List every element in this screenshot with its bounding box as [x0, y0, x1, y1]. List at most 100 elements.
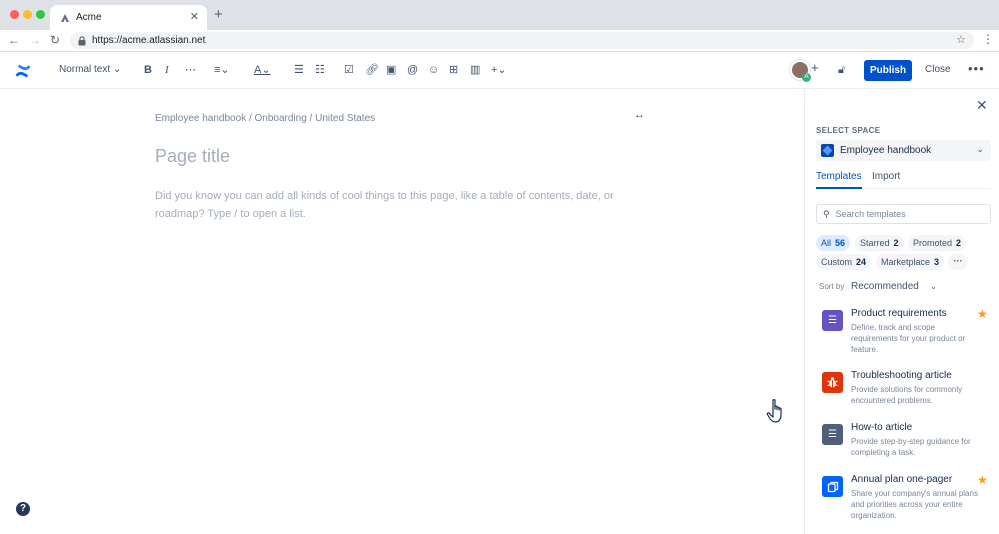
template-title: How-to article — [851, 422, 913, 433]
starred-icon[interactable]: ★ — [977, 308, 988, 320]
avatar-status-badge: A — [802, 73, 811, 82]
template-card-product-requirements[interactable]: ☰ Product requirements Define, track and… — [822, 308, 997, 358]
browser-tab-bar: Acme ✕ + — [0, 0, 999, 30]
search-icon: ⚲ — [823, 208, 830, 219]
new-tab-button[interactable]: + — [214, 7, 223, 22]
bullet-list-icon[interactable]: ☰ — [294, 63, 304, 77]
mention-icon[interactable]: @ — [407, 63, 418, 77]
template-title: Annual plan one-pager — [851, 474, 953, 485]
close-panel-icon[interactable]: ✕ — [976, 98, 988, 112]
filter-chip-starred[interactable]: Starred 2 — [855, 235, 904, 251]
browser-tab-title: Acme — [76, 12, 102, 23]
browser-address-row: ← → ↻ https://acme.atlassian.net ☆ ⋮ — [0, 30, 999, 52]
action-item-icon[interactable]: ☑ — [344, 63, 354, 77]
more-actions-icon[interactable]: ••• — [968, 61, 985, 76]
browser-menu-icon[interactable]: ⋮ — [982, 32, 994, 46]
filter-label: Promoted — [913, 238, 953, 248]
template-card-how-to-article[interactable]: ☰ How-to article Provide step-by-step gu… — [822, 422, 997, 462]
text-style-dropdown[interactable]: Normal text ⌄ — [59, 63, 121, 77]
filter-count: 2 — [956, 238, 962, 248]
template-description: Provide step-by-step guidance for comple… — [851, 437, 971, 457]
confluence-logo-icon[interactable] — [14, 62, 32, 80]
filter-label: Custom — [821, 257, 853, 267]
window-minimize-button[interactable] — [23, 10, 32, 19]
insert-plus-icon[interactable]: +⌄ — [491, 63, 507, 77]
text-style-label: Normal text — [59, 64, 111, 75]
panel-tabs: Templates Import — [816, 171, 991, 189]
filter-chip-custom[interactable]: Custom 24 — [816, 254, 872, 270]
editor-toolbar: Normal text ⌄ B I ⋯ ≡⌄ A⌄ ☰ ☷ ☑ 🔗︎ ▣ @ ☺… — [0, 53, 999, 89]
window-maximize-button[interactable] — [36, 10, 45, 19]
italic-button[interactable]: I — [165, 63, 169, 77]
template-title: Troubleshooting article — [851, 370, 952, 381]
more-filters-button[interactable]: ··· — [948, 254, 968, 270]
select-space-label: SELECT SPACE — [816, 126, 881, 135]
window-close-button[interactable] — [10, 10, 19, 19]
chevron-down-icon: ⌄ — [112, 64, 122, 75]
space-avatar-icon — [821, 144, 834, 157]
template-description: Share your company's annual plans and pr… — [851, 489, 978, 520]
document-icon — [822, 476, 843, 497]
emoji-icon[interactable]: ☺ — [428, 63, 439, 77]
bookmark-star-icon[interactable]: ☆ — [956, 33, 966, 46]
template-title: Product requirements — [851, 308, 947, 319]
forward-arrow-icon[interactable]: → — [29, 33, 41, 48]
browser-tab[interactable]: Acme ✕ — [50, 5, 207, 30]
editor-canvas[interactable]: Employee handbook / Onboarding / United … — [0, 89, 804, 534]
hand-cursor-icon — [766, 399, 782, 423]
help-icon[interactable]: ? — [16, 502, 30, 516]
table-icon[interactable]: ⊞ — [449, 63, 458, 77]
list-icon: ☰ — [822, 424, 843, 445]
publish-button[interactable]: Publish — [864, 60, 912, 81]
filter-count: 3 — [934, 257, 940, 267]
more-formatting-button[interactable]: ⋯ — [185, 63, 196, 77]
tab-templates[interactable]: Templates — [816, 171, 862, 189]
page-title-input[interactable]: Page title — [155, 146, 230, 167]
filter-label: All — [821, 238, 832, 248]
lock-icon — [78, 35, 86, 45]
image-icon[interactable]: ▣ — [386, 63, 396, 77]
breadcrumb[interactable]: Employee handbook / Onboarding / United … — [155, 113, 375, 124]
link-icon[interactable]: 🔗︎ — [365, 63, 379, 77]
url-text: https://acme.atlassian.net — [92, 35, 206, 46]
sort-dropdown[interactable]: Recommended — [851, 281, 919, 292]
restrictions-lock-icon[interactable]: 🔓︎ — [838, 63, 845, 77]
close-button[interactable]: Close — [925, 64, 951, 75]
filter-count: 24 — [856, 257, 867, 267]
bold-button[interactable]: B — [144, 63, 152, 77]
layout-icon[interactable]: ▥ — [470, 63, 480, 77]
filter-chip-marketplace[interactable]: Marketplace 3 — [876, 254, 945, 270]
tab-import[interactable]: Import — [872, 171, 900, 187]
add-collaborator-icon[interactable]: + — [811, 61, 819, 75]
template-panel: ✕ SELECT SPACE Employee handbook ⌄ Templ… — [804, 89, 999, 534]
space-name: Employee handbook — [840, 145, 932, 156]
sort-label: Sort by — [819, 282, 845, 291]
filter-chip-promoted[interactable]: Promoted 2 — [908, 235, 967, 251]
editor-body-placeholder[interactable]: Did you know you can add all kinds of co… — [155, 187, 635, 223]
filter-label: Starred — [860, 238, 890, 248]
tab-close-icon[interactable]: ✕ — [190, 10, 199, 23]
filter-count: 2 — [893, 238, 899, 248]
text-color-icon[interactable]: A⌄ — [254, 63, 271, 77]
align-icon[interactable]: ≡⌄ — [214, 63, 230, 77]
template-card-troubleshooting-article[interactable]: Troubleshooting article Provide solution… — [822, 370, 997, 410]
list-icon: ☰ — [822, 310, 843, 331]
back-arrow-icon[interactable]: ← — [8, 33, 20, 48]
space-select[interactable]: Employee handbook ⌄ — [816, 140, 991, 161]
expand-width-icon[interactable]: ↔ — [634, 109, 645, 121]
template-search[interactable]: ⚲ — [816, 204, 991, 224]
template-description: Define, track and scope requirements for… — [851, 323, 966, 354]
template-description: Provide solutions for commonly encounter… — [851, 385, 963, 405]
chevron-down-icon: ⌄ — [930, 282, 937, 291]
template-card-annual-plan[interactable]: Annual plan one-pager Share your company… — [822, 474, 997, 524]
filter-chip-all[interactable]: All 56 — [816, 235, 851, 251]
address-bar[interactable]: https://acme.atlassian.net ☆ — [70, 32, 974, 49]
atlassian-logo-icon — [61, 13, 69, 22]
starred-icon[interactable]: ★ — [977, 474, 988, 486]
bug-icon — [822, 372, 843, 393]
filter-label: Marketplace — [881, 257, 931, 267]
search-input[interactable] — [835, 209, 976, 219]
reload-icon[interactable]: ↻ — [50, 33, 60, 48]
chevron-down-icon: ⌄ — [976, 144, 984, 154]
numbered-list-icon[interactable]: ☷ — [315, 63, 325, 77]
